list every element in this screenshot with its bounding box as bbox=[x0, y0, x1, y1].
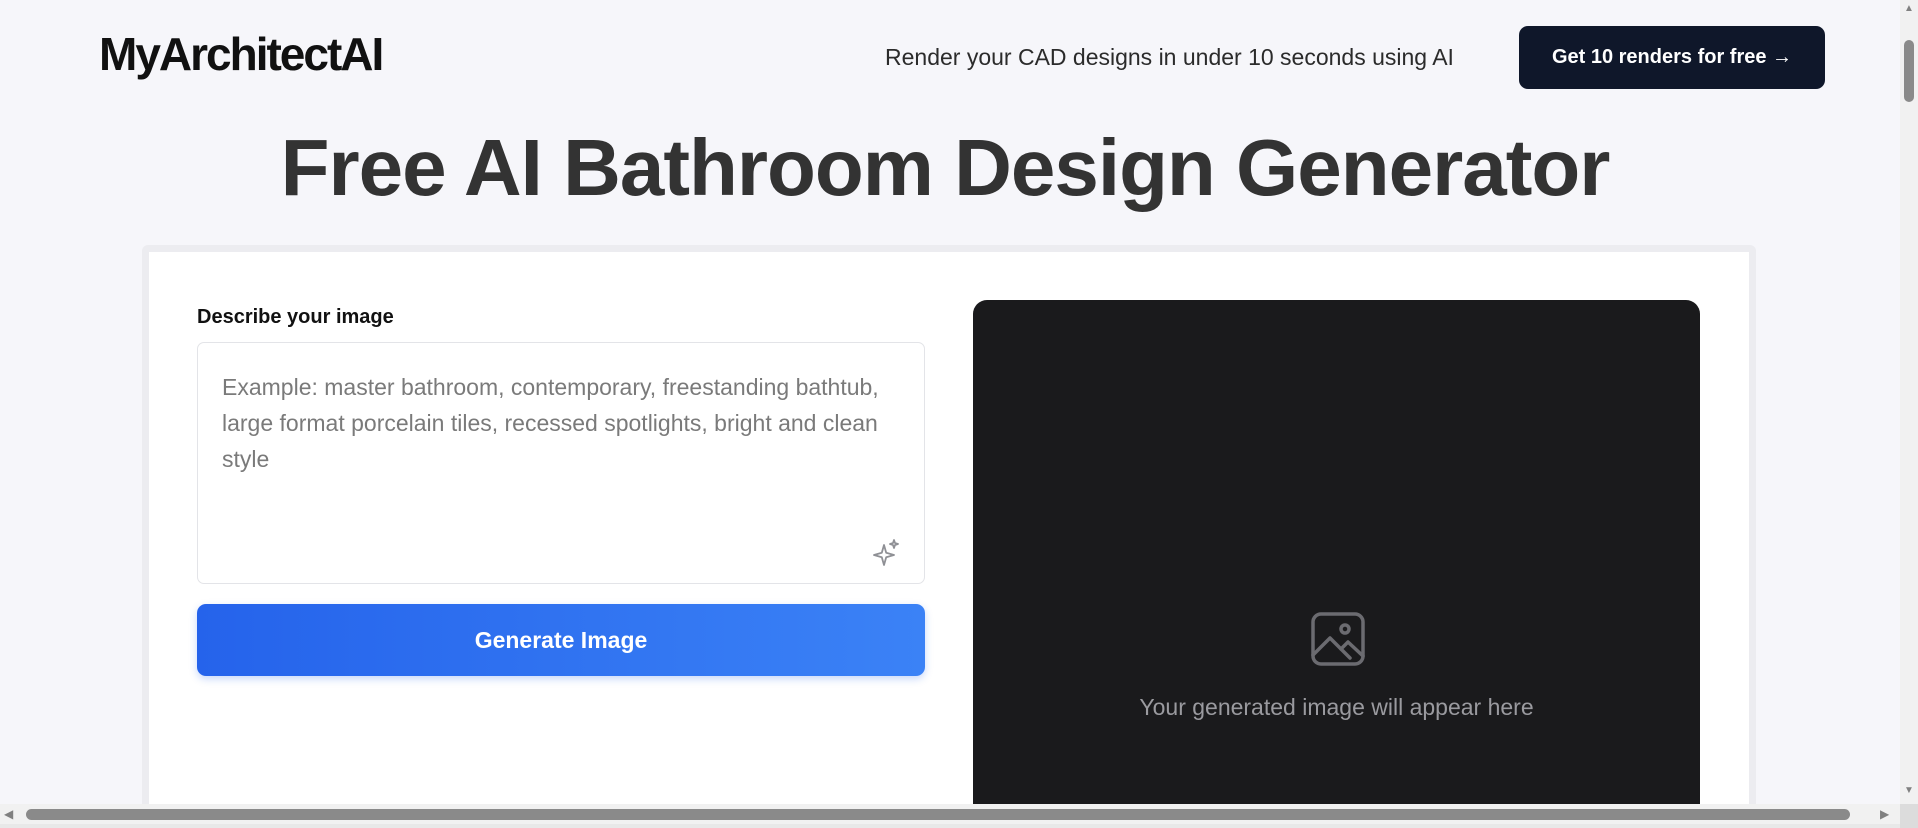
header-tagline: Render your CAD designs in under 10 seco… bbox=[885, 44, 1454, 70]
prompt-textarea[interactable]: Example: master bathroom, contemporary, … bbox=[197, 342, 925, 584]
image-icon bbox=[1311, 612, 1365, 666]
bottom-strip bbox=[0, 824, 1900, 828]
vertical-scrollbar[interactable]: ▲ ▼ bbox=[1900, 0, 1918, 828]
scroll-left-arrow-icon[interactable]: ◀ bbox=[4, 808, 13, 820]
preview-placeholder-text: Your generated image will appear here bbox=[1139, 694, 1534, 720]
logo[interactable]: MyArchitectAI bbox=[99, 26, 384, 82]
generate-image-button[interactable]: Generate Image bbox=[197, 604, 925, 676]
vertical-scroll-thumb[interactable] bbox=[1904, 40, 1914, 102]
prompt-label: Describe your image bbox=[197, 306, 394, 328]
get-free-renders-button[interactable]: Get 10 renders for free → bbox=[1519, 26, 1825, 89]
image-preview-panel: Your generated image will appear here bbox=[973, 300, 1700, 828]
prompt-placeholder: Example: master bathroom, contemporary, … bbox=[222, 374, 879, 472]
scroll-right-arrow-icon[interactable]: ▶ bbox=[1880, 808, 1889, 820]
scrollbar-corner bbox=[1900, 804, 1918, 828]
sparkle-icon[interactable] bbox=[870, 537, 902, 569]
page-title: Free AI Bathroom Design Generator bbox=[280, 123, 1611, 212]
scroll-up-arrow-icon[interactable]: ▲ bbox=[1904, 4, 1914, 14]
scroll-down-arrow-icon[interactable]: ▼ bbox=[1904, 786, 1914, 796]
horizontal-scrollbar[interactable]: ◀ ▶ bbox=[0, 804, 1900, 824]
horizontal-scroll-thumb[interactable] bbox=[26, 809, 1850, 820]
